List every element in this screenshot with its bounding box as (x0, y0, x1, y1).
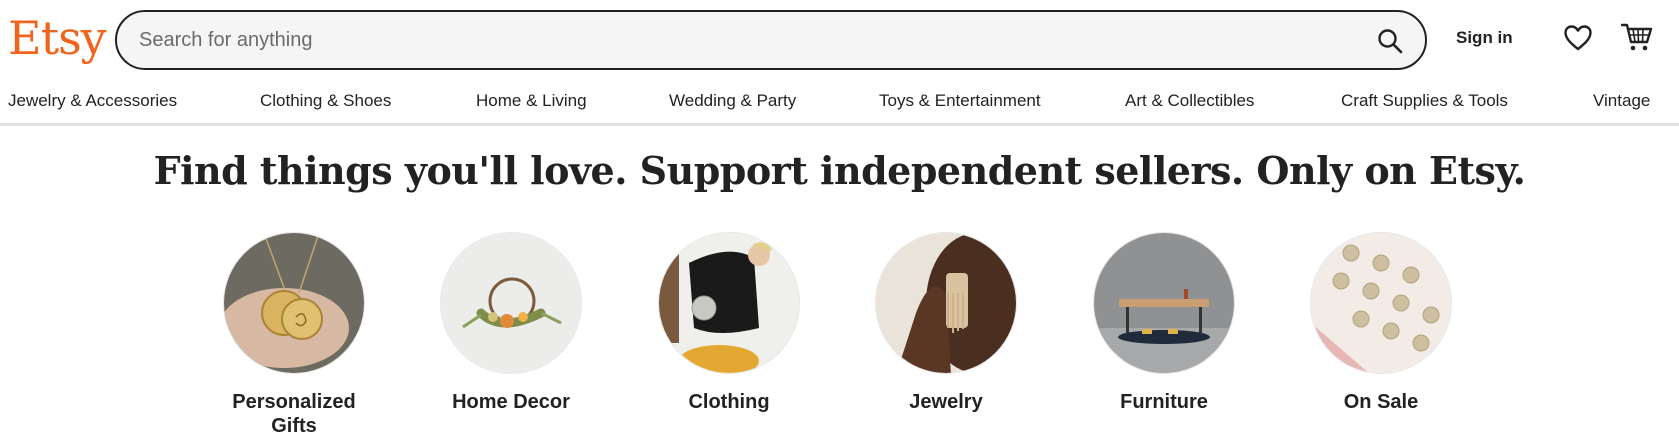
category-link-vintage[interactable]: Vintage (1593, 91, 1650, 111)
category-link-toys-entertainment[interactable]: Toys & Entertainment (879, 91, 1041, 111)
featured-furniture[interactable]: Furniture (1084, 232, 1244, 414)
dried-flower-wreath-image (440, 232, 582, 374)
hero-tagline: Find things you'll love. Support indepen… (153, 148, 1526, 193)
featured-label: Furniture (1120, 391, 1208, 413)
featured-label: Home Decor (452, 391, 570, 413)
cart-icon (1621, 23, 1653, 51)
category-link-wedding-party[interactable]: Wedding & Party (669, 91, 796, 111)
coin-pendants-image (1310, 232, 1452, 374)
featured-label: Clothing (688, 391, 770, 413)
featured-jewelry[interactable]: Jewelry (866, 232, 1026, 414)
heart-icon (1564, 25, 1592, 51)
category-nav: Jewelry & Accessories Clothing & Shoes H… (0, 80, 1679, 126)
search-icon (1378, 29, 1403, 54)
featured-label: On Sale (1343, 391, 1419, 413)
favorites-button[interactable] (1560, 20, 1596, 56)
featured-label: Jewelry (909, 391, 983, 413)
search-input[interactable] (139, 24, 1339, 56)
featured-clothing[interactable]: Clothing (649, 232, 809, 414)
woman-black-dress-image (658, 232, 800, 374)
featured-personalized-gifts[interactable]: Personalized Gifts (214, 232, 374, 435)
site-header: Etsy Sign in (0, 0, 1679, 80)
cart-button[interactable] (1618, 18, 1656, 56)
category-link-craft-supplies[interactable]: Craft Supplies & Tools (1341, 91, 1508, 111)
featured-on-sale[interactable]: On Sale (1301, 232, 1461, 414)
etsy-logo[interactable]: Etsy (8, 10, 107, 66)
wooden-side-table-image (1093, 232, 1235, 374)
woman-earring-image (875, 232, 1017, 374)
category-link-clothing-shoes[interactable]: Clothing & Shoes (260, 91, 391, 111)
featured-label: Personalized Gifts (232, 391, 356, 435)
category-link-home-living[interactable]: Home & Living (476, 91, 587, 111)
search-bar[interactable] (115, 10, 1427, 70)
category-link-art-collectibles[interactable]: Art & Collectibles (1125, 91, 1254, 111)
search-button[interactable] (1373, 24, 1407, 58)
featured-home-decor[interactable]: Home Decor (431, 232, 591, 414)
sign-in-link[interactable]: Sign in (1456, 28, 1513, 48)
category-link-jewelry-accessories[interactable]: Jewelry & Accessories (8, 91, 177, 111)
gold-pendant-necklace-image (223, 232, 365, 374)
